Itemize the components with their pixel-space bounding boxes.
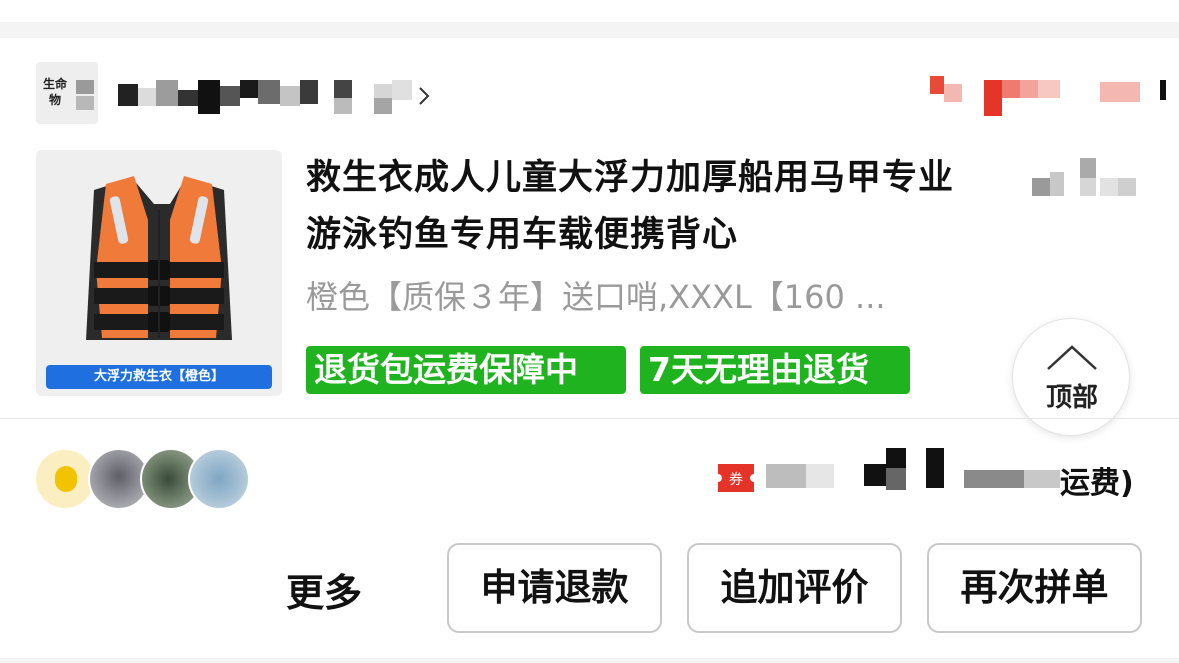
store-logo-blur xyxy=(76,96,94,110)
chevron-right-icon[interactable] xyxy=(414,86,434,106)
store-logo-blur xyxy=(76,80,94,94)
add-review-button[interactable]: 追加评价 xyxy=(687,543,902,633)
avatar xyxy=(188,448,250,510)
top-gap xyxy=(0,0,1179,22)
product-image[interactable]: 大浮力救生衣【橙色】 xyxy=(36,150,282,396)
request-refund-button[interactable]: 申请退款 xyxy=(447,543,662,633)
divider xyxy=(0,418,1179,419)
return-shipping-badge: 退货包运费保障中 xyxy=(306,346,626,394)
price-redacted xyxy=(1022,156,1152,206)
chevron-up-icon xyxy=(1047,345,1097,370)
store-logo-text-line1: 生命 xyxy=(42,77,67,91)
life-vest-image xyxy=(86,176,232,340)
back-to-top-label: 顶部 xyxy=(1045,383,1098,413)
store-logo[interactable]: 生命 物 xyxy=(36,62,98,124)
store-logo-text: 生命 物 xyxy=(38,76,72,108)
store-name-redacted[interactable] xyxy=(118,80,418,114)
more-button[interactable]: 更多 xyxy=(286,562,362,617)
product-spec: 橙色【质保３年】送口哨,XXXL【160 ... xyxy=(306,278,886,316)
seven-day-return-badge: 7天无理由退货 xyxy=(640,346,910,394)
store-logo-text-line2: 物 xyxy=(48,93,61,107)
avatar xyxy=(34,448,96,510)
rebuy-group-button[interactable]: 再次拼单 xyxy=(927,543,1142,633)
order-summary-text: 运费) xyxy=(1060,466,1134,501)
order-status-redacted xyxy=(928,76,1168,116)
svg-text:券: 券 xyxy=(729,472,743,488)
order-summary-redacted xyxy=(766,448,1066,500)
coupon-icon: 券 xyxy=(718,464,754,492)
image-caption: 大浮力救生衣【橙色】 xyxy=(46,365,272,389)
product-title[interactable]: 救生衣成人儿童大浮力加厚船用马甲专业游泳钓鱼专用车载便携背心 xyxy=(306,150,986,264)
